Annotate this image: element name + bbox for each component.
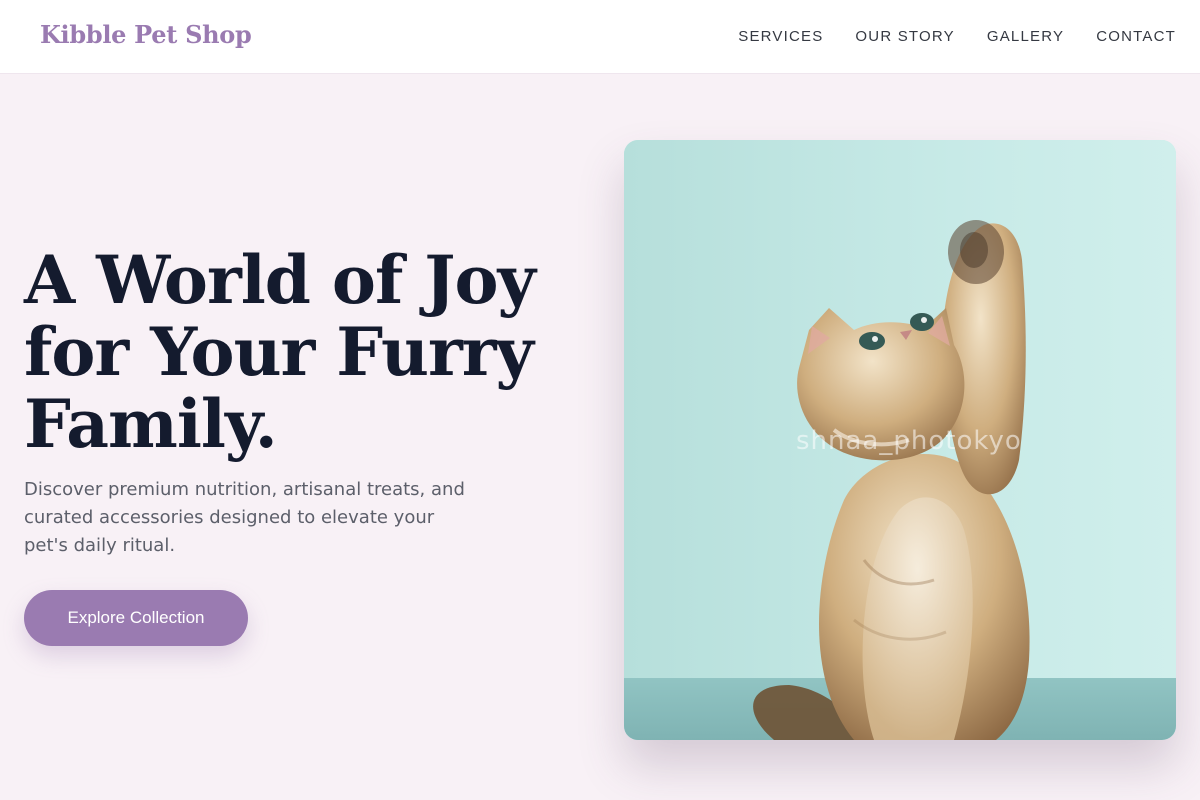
- hero-description-line: curated accessories designed to elevate …: [24, 507, 435, 528]
- image-watermark: shnaa_photokyo: [796, 426, 1022, 456]
- kitten-photo: shnaa_photokyo: [624, 140, 1176, 740]
- hero-title: A World of Joy for Your Furry Family.: [24, 244, 584, 460]
- hero-description-line: pet's daily ritual.: [24, 535, 176, 556]
- site-header: Kibble Pet Shop SERVICES OUR STORY GALLE…: [0, 0, 1200, 74]
- nav-link-our-story[interactable]: OUR STORY: [855, 28, 954, 45]
- brand-logo[interactable]: Kibble Pet Shop: [40, 20, 252, 49]
- hero-title-line: for Your Furry: [24, 313, 534, 391]
- hero-title-line: A World of Joy: [24, 241, 536, 319]
- nav-link-services[interactable]: SERVICES: [738, 28, 823, 45]
- nav-link-contact[interactable]: CONTACT: [1096, 28, 1176, 45]
- hero-description-line: Discover premium nutrition, artisanal tr…: [24, 479, 465, 500]
- main-nav: SERVICES OUR STORY GALLERY CONTACT: [738, 24, 1176, 48]
- hero-section: A World of Joy for Your Furry Family. Di…: [0, 74, 1200, 800]
- hero-description: Discover premium nutrition, artisanal tr…: [24, 476, 474, 560]
- hero-title-line: Family.: [24, 385, 278, 463]
- explore-collection-button[interactable]: Explore Collection: [24, 590, 248, 646]
- nav-link-gallery[interactable]: GALLERY: [987, 28, 1064, 45]
